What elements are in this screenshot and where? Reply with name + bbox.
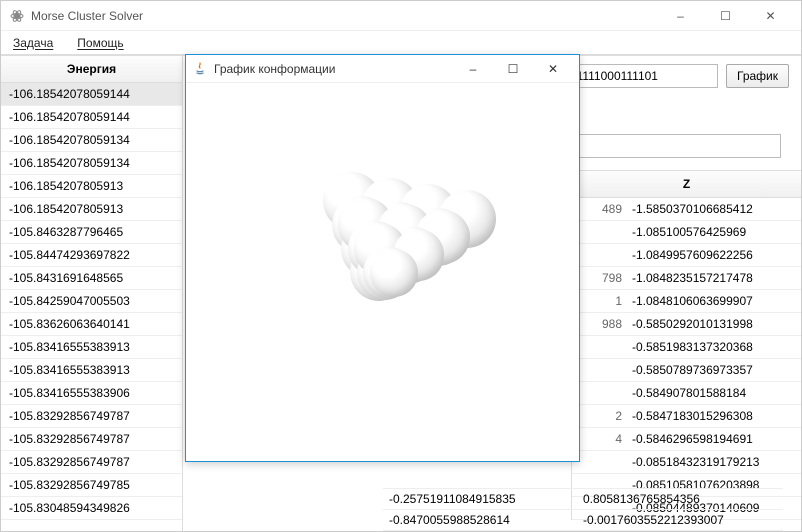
window-controls: – ☐ ✕ bbox=[658, 2, 793, 30]
dialog-maximize-button[interactable]: ☐ bbox=[493, 56, 533, 82]
energy-row[interactable]: -106.1854207805913 bbox=[1, 175, 182, 198]
graph-button[interactable]: График bbox=[726, 64, 789, 88]
z-row[interactable]: 1-1.0848106063699907 bbox=[572, 290, 801, 313]
energy-row[interactable]: -105.84259047005503 bbox=[1, 290, 182, 313]
energy-row[interactable]: -105.83292856749787 bbox=[1, 405, 182, 428]
energy-row[interactable]: -105.8463287796465 bbox=[1, 221, 182, 244]
dialog-close-button[interactable]: ✕ bbox=[533, 56, 573, 82]
energy-row[interactable]: -105.83416555383906 bbox=[1, 382, 182, 405]
z-row[interactable]: -0.08518432319179213 bbox=[572, 451, 801, 474]
z-row[interactable]: 798-1.0848235157217478 bbox=[572, 267, 801, 290]
code-input[interactable] bbox=[558, 64, 718, 88]
energy-row[interactable]: -106.18542078059144 bbox=[1, 83, 182, 106]
top-controls: График bbox=[558, 64, 789, 88]
bottom-rows: -0.257519110849158350.8058136765854356-0… bbox=[383, 488, 783, 531]
energy-row[interactable]: -106.18542078059144 bbox=[1, 106, 182, 129]
cluster-visual bbox=[223, 132, 543, 412]
energy-list[interactable]: -106.18542078059144-106.18542078059144-1… bbox=[1, 83, 182, 531]
energy-row[interactable]: -105.84474293697822 bbox=[1, 244, 182, 267]
z-row[interactable]: 489-1.5850370106685412 bbox=[572, 198, 801, 221]
dialog-title: График конформации bbox=[214, 62, 453, 76]
z-row[interactable]: -0.5851983137320368 bbox=[572, 336, 801, 359]
app-title: Morse Cluster Solver bbox=[31, 9, 658, 23]
z-row[interactable]: 4-0.5846296598194691 bbox=[572, 428, 801, 451]
z-row[interactable]: -0.5850789736973357 bbox=[572, 359, 801, 382]
java-icon bbox=[192, 61, 208, 77]
z-row[interactable]: 2-0.5847183015296308 bbox=[572, 405, 801, 428]
table-row[interactable]: -0.257519110849158350.8058136765854356 bbox=[383, 489, 783, 510]
close-button[interactable]: ✕ bbox=[748, 2, 793, 30]
titlebar: Morse Cluster Solver – ☐ ✕ bbox=[1, 1, 801, 31]
z-row[interactable]: -0.584907801588184 bbox=[572, 382, 801, 405]
table-row[interactable]: -0.8470055988528614-0.001760355221239300… bbox=[383, 510, 783, 531]
z-row[interactable]: 988-0.5850292010131998 bbox=[572, 313, 801, 336]
energy-row[interactable]: -106.18542078059134 bbox=[1, 129, 182, 152]
z-row[interactable]: -1.085100576425969 bbox=[572, 221, 801, 244]
menu-task[interactable]: Задача bbox=[9, 34, 57, 52]
energy-header: Энергия bbox=[1, 56, 182, 83]
energy-row[interactable]: -105.83048594349826 bbox=[1, 497, 182, 520]
energy-row[interactable]: -105.83292856749785 bbox=[1, 474, 182, 497]
app-icon bbox=[9, 8, 25, 24]
conformation-dialog: График конформации – ☐ ✕ bbox=[185, 54, 580, 462]
menubar: Задача Помощь bbox=[1, 31, 801, 55]
energy-row[interactable]: -105.83292856749787 bbox=[1, 428, 182, 451]
energy-row[interactable]: -106.18542078059134 bbox=[1, 152, 182, 175]
energy-row[interactable]: -106.1854207805913 bbox=[1, 198, 182, 221]
minimize-button[interactable]: – bbox=[658, 2, 703, 30]
z-column: Z 489-1.5850370106685412-1.0851005764259… bbox=[571, 170, 801, 520]
z-header: Z bbox=[572, 170, 801, 198]
dialog-minimize-button[interactable]: – bbox=[453, 56, 493, 82]
energy-row[interactable]: -105.83292856749787 bbox=[1, 451, 182, 474]
energy-row[interactable]: -105.83416555383913 bbox=[1, 359, 182, 382]
z-list[interactable]: 489-1.5850370106685412-1.085100576425969… bbox=[572, 198, 801, 520]
z-row[interactable]: -1.0849957609622256 bbox=[572, 244, 801, 267]
energy-sidebar: Энергия -106.18542078059144-106.18542078… bbox=[1, 56, 183, 531]
energy-row[interactable]: -105.8431691648565 bbox=[1, 267, 182, 290]
energy-row[interactable]: -105.83626063640141 bbox=[1, 313, 182, 336]
menu-help[interactable]: Помощь bbox=[73, 34, 127, 52]
filter-input[interactable] bbox=[571, 134, 781, 158]
dialog-titlebar: График конформации – ☐ ✕ bbox=[186, 55, 579, 83]
energy-row[interactable]: -105.83416555383913 bbox=[1, 336, 182, 359]
maximize-button[interactable]: ☐ bbox=[703, 2, 748, 30]
dialog-body[interactable] bbox=[186, 83, 579, 461]
dialog-controls: – ☐ ✕ bbox=[453, 56, 573, 82]
